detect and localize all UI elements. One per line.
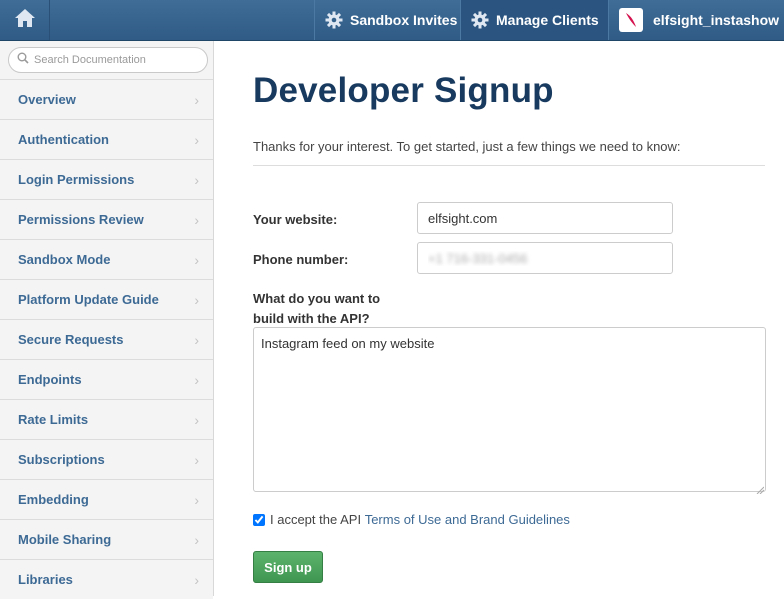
website-label: Your website:: [253, 212, 338, 227]
sidebar-item-label: Embedding: [18, 492, 89, 507]
sidebar-item-label: Mobile Sharing: [18, 532, 112, 547]
chevron-right-icon: ›: [194, 411, 199, 428]
manage-clients-label: Manage Clients: [496, 12, 599, 28]
sandbox-invites-label: Sandbox Invites: [350, 12, 458, 28]
sidebar: Overview › Authentication › Login Permissi…: [0, 41, 214, 599]
chevron-right-icon: ›: [194, 371, 199, 388]
sidebar-item-label: Endpoints: [18, 372, 82, 387]
sidebar-item-label: Subscriptions: [18, 452, 105, 467]
avatar: [619, 8, 643, 32]
chevron-right-icon: ›: [194, 91, 199, 108]
search-icon: [17, 51, 29, 69]
sidebar-item-mobile-sharing[interactable]: Mobile Sharing ›: [0, 519, 213, 559]
chevron-right-icon: ›: [194, 331, 199, 348]
sidebar-item-label: Overview: [18, 92, 76, 107]
sidebar-item-login-permissions[interactable]: Login Permissions ›: [0, 159, 213, 199]
sidebar-item-sandbox-mode[interactable]: Sandbox Mode ›: [0, 239, 213, 279]
sidebar-item-rate-limits[interactable]: Rate Limits ›: [0, 399, 213, 439]
resize-grip-icon[interactable]: [756, 481, 765, 495]
top-navigation-bar: Sandbox Invites Manage Clients elfsight_…: [0, 0, 784, 41]
sidebar-item-label: Authentication: [18, 132, 109, 147]
chevron-right-icon: ›: [194, 491, 199, 508]
sidebar-item-overview[interactable]: Overview ›: [0, 79, 213, 119]
chevron-right-icon: ›: [194, 251, 199, 268]
phone-field[interactable]: [417, 242, 673, 274]
sidebar-item-platform-update-guide[interactable]: Platform Update Guide ›: [0, 279, 213, 319]
username-label: elfsight_instashow: [653, 12, 780, 28]
terms-checkbox[interactable]: [253, 513, 265, 526]
sidebar-item-label: Rate Limits: [18, 412, 89, 427]
terms-link[interactable]: Terms of Use and Brand Guidelines: [365, 512, 570, 527]
manage-clients-button[interactable]: Manage Clients: [460, 0, 608, 40]
gear-icon: [325, 11, 343, 29]
divider: [253, 165, 765, 166]
chevron-right-icon: ›: [194, 531, 199, 548]
search-box[interactable]: [8, 47, 208, 73]
chevron-right-icon: ›: [194, 571, 199, 588]
phone-label: Phone number:: [253, 252, 349, 267]
user-menu[interactable]: elfsight_instashow: [608, 0, 784, 40]
sidebar-item-label: Permissions Review: [18, 212, 144, 227]
sidebar-item-libraries[interactable]: Libraries ›: [0, 559, 213, 599]
sidebar-item-subscriptions[interactable]: Subscriptions ›: [0, 439, 213, 479]
sandbox-invites-button[interactable]: Sandbox Invites: [314, 0, 460, 40]
sidebar-item-embedding[interactable]: Embedding ›: [0, 479, 213, 519]
accept-text: I accept the API: [270, 512, 362, 527]
sidebar-item-label: Libraries: [18, 572, 73, 587]
sidebar-item-authentication[interactable]: Authentication ›: [0, 119, 213, 159]
gear-icon: [471, 11, 489, 29]
chevron-right-icon: ›: [194, 291, 199, 308]
sidebar-item-label: Login Permissions: [18, 172, 135, 187]
search-input[interactable]: [34, 54, 194, 66]
chevron-right-icon: ›: [194, 171, 199, 188]
sidebar-item-permissions-review[interactable]: Permissions Review ›: [0, 199, 213, 239]
main-content: Developer Signup Thanks for your interes…: [214, 41, 784, 596]
chevron-right-icon: ›: [194, 211, 199, 228]
sidebar-item-label: Secure Requests: [18, 332, 124, 347]
chevron-right-icon: ›: [194, 451, 199, 468]
api-purpose-label: What do you want to build with the API?: [253, 291, 381, 326]
sidebar-nav: Overview › Authentication › Login Permissi…: [0, 79, 213, 599]
sidebar-item-label: Sandbox Mode: [18, 252, 111, 267]
page-title: Developer Signup: [253, 71, 554, 110]
chevron-right-icon: ›: [194, 131, 199, 148]
sidebar-item-label: Platform Update Guide: [18, 292, 159, 307]
website-field[interactable]: [417, 202, 673, 234]
intro-text: Thanks for your interest. To get started…: [253, 139, 681, 154]
api-purpose-textarea[interactable]: Instagram feed on my website: [253, 327, 766, 492]
sidebar-item-endpoints[interactable]: Endpoints ›: [0, 359, 213, 399]
home-button[interactable]: [0, 0, 50, 40]
sidebar-item-secure-requests[interactable]: Secure Requests ›: [0, 319, 213, 359]
terms-accept-row: I accept the API Terms of Use and Brand …: [253, 512, 570, 527]
sign-up-button[interactable]: Sign up: [253, 551, 323, 583]
home-icon: [14, 8, 36, 33]
